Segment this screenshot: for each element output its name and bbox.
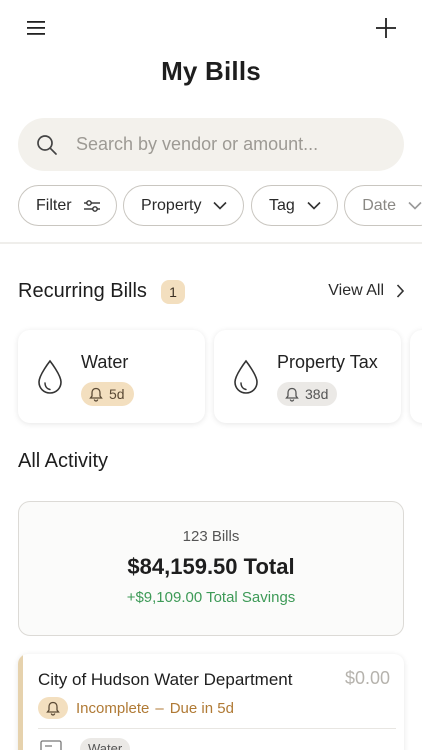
add-bill-button[interactable] [370,14,402,42]
chevron-down-icon [213,201,228,210]
due-badge: 38d [277,382,338,406]
activity-summary-card: 123 Bills $84,159.50 Total +$9,109.00 To… [18,501,404,636]
chevron-right-icon [396,284,404,298]
water-drop-icon [234,359,258,394]
recurring-count-badge: 1 [161,280,185,304]
recurring-card-partial[interactable] [410,330,422,423]
section-divider [0,242,422,244]
chevron-down-icon [307,201,321,210]
bill-count: 123 Bills [182,528,240,545]
filter-chips: Filter Property Tag Date [18,185,422,227]
top-bar [0,14,422,42]
bill-divider [38,728,396,729]
bill-vendor: City of Hudson Water Department [38,670,293,689]
recurring-bills-title: Recurring Bills [18,280,147,302]
date-chip-label: Date [362,196,396,214]
bell-icon [46,701,60,716]
bell-icon [285,387,299,402]
filter-chip[interactable]: Filter [18,185,117,226]
plus-icon [376,18,396,38]
bill-status: Incomplete – Due in 5d [38,697,234,719]
recurring-bills-header: Recurring Bills 1 View All [18,280,404,306]
bill-item[interactable]: City of Hudson Water Department $0.00 In… [18,654,404,750]
due-badge: 5d [81,382,134,406]
recurring-card-water[interactable]: Water 5d [18,330,205,423]
bill-status-label: Incomplete [76,699,150,717]
bill-total: $84,159.50 Total [127,554,295,579]
tag-chip[interactable]: Tag [250,185,338,226]
menu-button[interactable] [20,14,52,42]
bill-status-edge [18,654,23,750]
status-separator: – [155,699,164,717]
tag-chip-label: Tag [268,196,295,214]
search-bar[interactable] [18,118,404,171]
view-all-label: View All [328,282,384,299]
document-icon [40,740,62,750]
total-savings: +$9,109.00 Total Savings [126,589,296,606]
bell-icon [89,387,103,402]
date-chip[interactable]: Date [344,185,422,226]
recurring-card-name: Water [81,352,129,372]
recurring-bills-carousel: Water 5d Property Tax 38d [18,330,422,426]
search-input[interactable] [76,134,376,155]
recurring-card-name: Property Tax [277,352,378,372]
my-bills-screen: My Bills Filter Property Tag [0,0,422,750]
chevron-down-icon [408,201,422,210]
property-chip-label: Property [141,196,202,214]
bill-amount: $0.00 [344,668,390,688]
bill-due-label: Due in 5d [169,699,234,717]
status-bell-badge [38,697,68,719]
all-activity-title: All Activity [18,450,109,472]
recurring-card-property-tax[interactable]: Property Tax 38d [214,330,401,423]
view-all-link[interactable]: View All [328,282,404,300]
water-drop-icon [38,359,62,394]
bill-tag[interactable]: Water [80,738,131,750]
filter-chip-label: Filter [36,196,72,214]
due-badge-label: 38d [305,386,329,402]
property-chip[interactable]: Property [123,185,245,226]
menu-icon [27,21,45,35]
search-icon [37,134,57,155]
due-badge-label: 5d [109,386,125,402]
sliders-icon [83,199,100,212]
page-title: My Bills [161,56,261,86]
